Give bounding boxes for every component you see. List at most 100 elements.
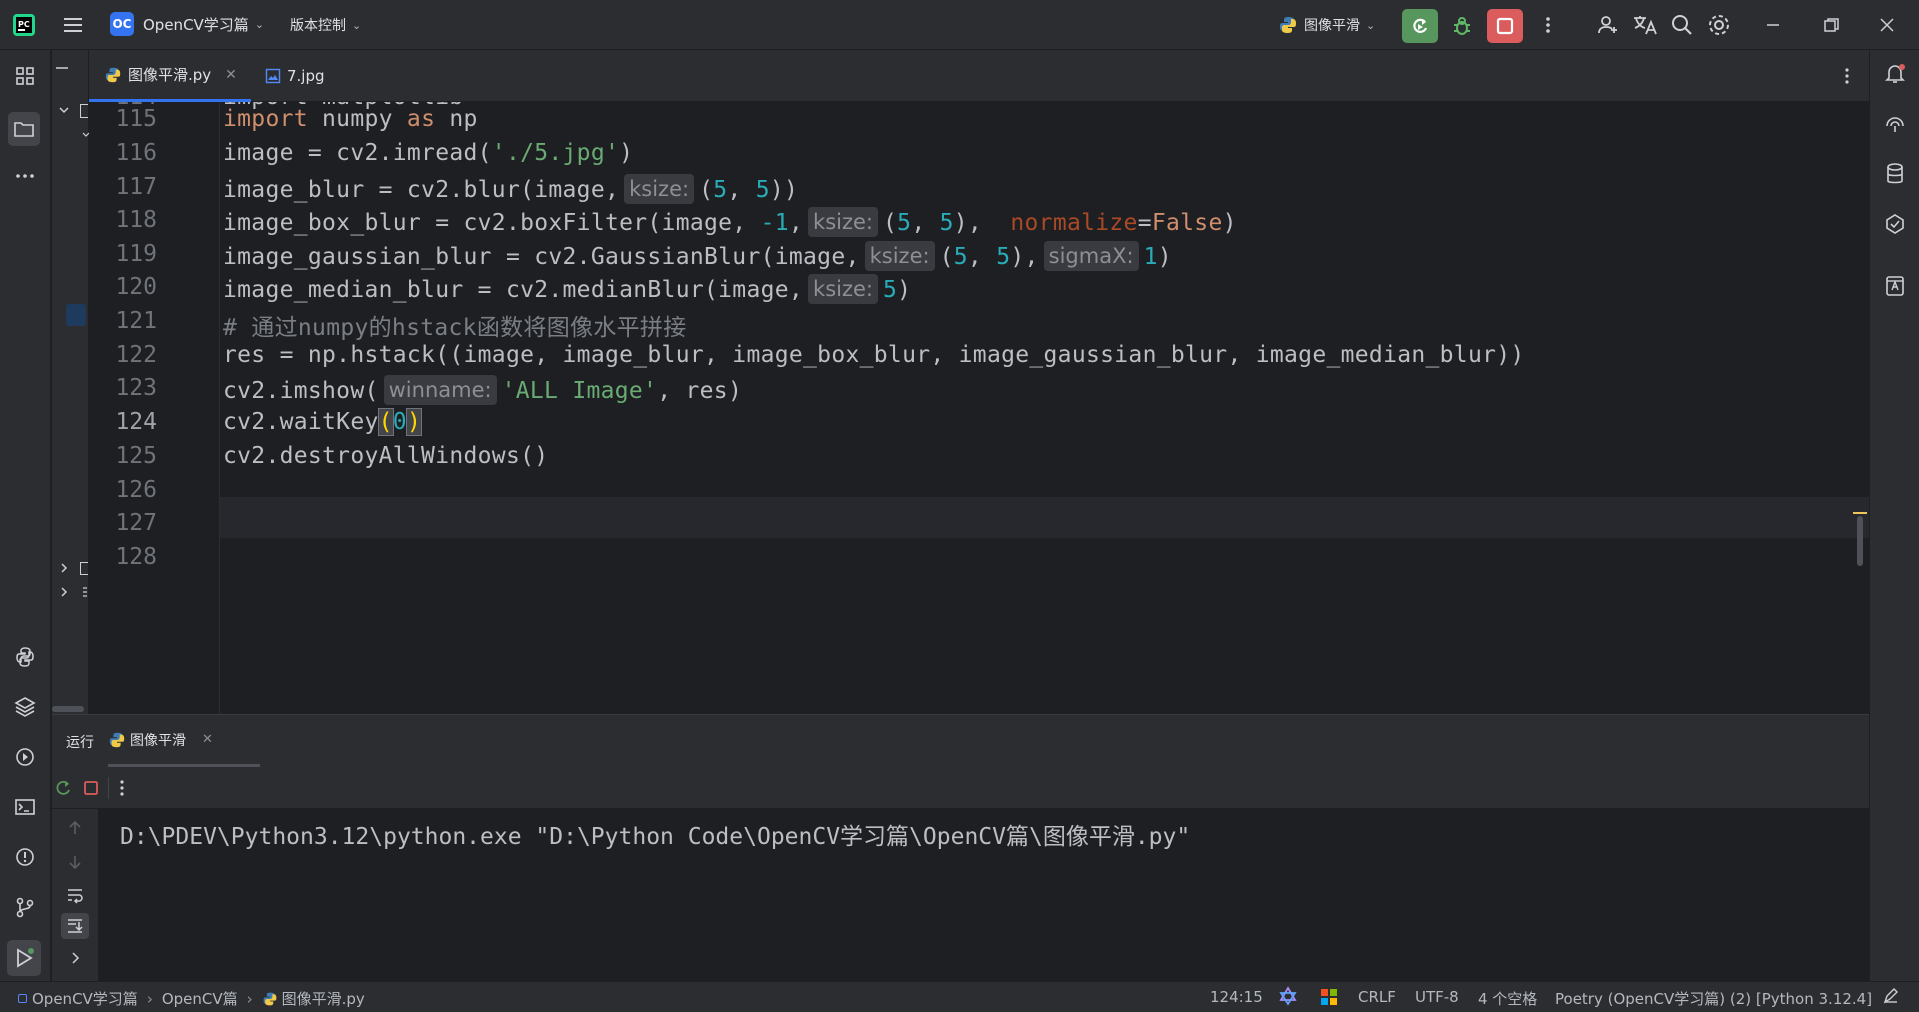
tree-chevron-right-icon[interactable] (58, 586, 70, 598)
soft-wrap-icon[interactable] (66, 886, 84, 904)
stop-icon[interactable] (82, 779, 100, 797)
chevron-up-icon[interactable]: ⌃ (1817, 102, 1829, 106)
breadcrumb-item[interactable]: OpenCV学习篇 (32, 988, 138, 1009)
string-literal: 'ALL Image' (501, 378, 658, 404)
tab-7-jpg[interactable]: 7.jpg (265, 50, 325, 102)
line-separator[interactable]: CRLF (1358, 988, 1396, 1006)
parameter-hint: sigmaX: (1043, 241, 1139, 271)
chevron-down-icon[interactable]: ⌄ (1842, 102, 1854, 106)
horizontal-scrollbar[interactable] (52, 706, 84, 712)
run-tab[interactable]: 图像平滑 ✕ (108, 715, 260, 767)
tab-options-icon[interactable] (1841, 66, 1853, 86)
more-tools-icon[interactable] (11, 162, 39, 190)
vcs-selector[interactable]: 版本控制 ⌄ (290, 15, 361, 35)
breadcrumb-item[interactable]: 图像平滑.py (282, 988, 365, 1009)
problems-icon[interactable] (11, 843, 39, 871)
notifications-bell-icon[interactable] (1883, 62, 1907, 86)
database-icon[interactable] (1883, 162, 1907, 186)
console-output[interactable]: D:\PDEV\Python3.12\python.exe "D:\Python… (120, 817, 1190, 851)
line-number: 128 (115, 544, 157, 570)
rerun-icon[interactable] (54, 779, 72, 797)
code-text: , res) (657, 378, 743, 404)
close-window-icon[interactable] (1876, 14, 1898, 36)
more-actions-icon[interactable] (1540, 14, 1556, 36)
ai-status-icon[interactable] (1278, 986, 1298, 1006)
file-encoding[interactable]: UTF-8 (1415, 988, 1459, 1006)
line-number: 121 (115, 308, 157, 334)
restore-window-icon[interactable] (1820, 14, 1842, 36)
breadcrumb-item[interactable]: OpenCV篇 (162, 988, 238, 1009)
line-number: 118 (115, 207, 157, 233)
project-name: OpenCV学习篇 (143, 15, 249, 34)
ai-assistant-icon[interactable] (1883, 112, 1907, 136)
line-number: 120 (115, 274, 157, 300)
python-console-icon[interactable] (11, 643, 39, 671)
chevron-right-icon: › (246, 989, 253, 1008)
indent-setting[interactable]: 4 个空格 (1478, 988, 1537, 1009)
chevron-right-icon[interactable] (68, 951, 82, 965)
code-text: image = cv2.imread( (223, 140, 492, 166)
code-text: ), (1010, 244, 1039, 270)
main-menu-icon[interactable] (62, 14, 84, 36)
code-line-121: # 通过numpy的hstack函数将图像水平拼接 (223, 308, 687, 342)
interpreter-selector[interactable]: Poetry (OpenCV学习篇) (2) [Python 3.12.4] (1555, 988, 1872, 1009)
pycharm-logo-icon[interactable]: PC (12, 13, 36, 37)
caret-position[interactable]: 124:15 (1210, 988, 1263, 1006)
panel-minimize-icon[interactable] (54, 60, 70, 76)
code-text: , (727, 177, 756, 203)
close-tab-icon[interactable]: ✕ (202, 732, 213, 747)
tree-chevron-down-icon[interactable] (58, 104, 70, 116)
run-side-toolbar (52, 809, 99, 982)
rerun-button[interactable] (1402, 9, 1438, 43)
arrow-up-icon[interactable] (66, 819, 84, 837)
tab-image-smoothing-py[interactable]: 图像平滑.py ✕ (89, 50, 251, 102)
line-number: 116 (115, 140, 157, 166)
tree-node-icon (80, 104, 88, 118)
tree-chevron-right-icon[interactable] (58, 562, 70, 574)
code-line-124: cv2.waitKey(0) (223, 408, 423, 436)
warning-icon: ⚠ (1705, 102, 1718, 106)
run-tool-icon[interactable] (7, 940, 41, 976)
project-folder-icon[interactable] (8, 112, 40, 146)
chevron-down-icon: ⌄ (254, 17, 265, 31)
python-packages-icon[interactable] (11, 693, 39, 721)
line-number: 126 (115, 477, 157, 503)
git-branch-icon[interactable] (11, 893, 39, 921)
services-icon[interactable] (11, 743, 39, 771)
project-selector[interactable]: OC OpenCV学习篇 ⌄ (110, 12, 264, 36)
code-text: ( (699, 177, 714, 203)
parameter-hint: ksize: (808, 207, 879, 237)
number-literal: 5 (897, 210, 912, 236)
code-text: , (788, 210, 804, 236)
run-tool-window: 运行 图像平滑 ✕ D:\PDEV\Python3.12\python.exe … (52, 714, 1869, 982)
debug-button[interactable] (1448, 12, 1476, 40)
terminal-icon[interactable] (11, 793, 39, 821)
code-text: res = np.hstack((image, image_blur, imag… (223, 342, 1525, 368)
more-actions-icon[interactable] (116, 778, 128, 798)
structure-icon[interactable] (11, 62, 39, 90)
run-config-selector[interactable]: 图像平滑 ⌄ (1278, 15, 1375, 35)
minimize-window-icon[interactable] (1762, 14, 1784, 36)
read-only-lock-icon[interactable] (1882, 987, 1900, 1005)
title-bar: PC OC OpenCV学习篇 ⌄ 版本控制 ⌄ 图像平滑 ⌄ (0, 0, 1919, 50)
python-icon (1278, 15, 1298, 35)
run-title: 运行 (66, 735, 94, 751)
python-file-icon (262, 991, 278, 1007)
windows-tiles-icon[interactable] (1320, 988, 1338, 1006)
vertical-scrollbar[interactable] (1857, 516, 1863, 566)
translate-icon[interactable] (1632, 13, 1658, 37)
project-badge-icon: OC (110, 12, 134, 36)
stop-button[interactable] (1487, 9, 1523, 43)
search-icon[interactable] (1670, 13, 1694, 37)
line-number: 123 (115, 375, 157, 401)
close-tab-icon[interactable]: ✕ (225, 67, 237, 83)
add-user-icon[interactable] (1596, 13, 1620, 37)
sciview-icon[interactable] (1883, 212, 1907, 236)
arrow-down-icon[interactable] (66, 853, 84, 871)
scrollbar-warning-mark (1853, 512, 1867, 514)
code-with-me-icon[interactable] (1883, 274, 1907, 298)
inspection-widget[interactable]: ⚠ 1 ⚠ 1 ✓ 1 ⌃ ⌄ (1705, 102, 1854, 106)
code-editor[interactable]: 114 115 116 117 118 119 120 121 122 123 … (89, 102, 1869, 714)
scroll-to-end-icon[interactable] (61, 913, 89, 939)
settings-gear-icon[interactable] (1707, 13, 1731, 37)
